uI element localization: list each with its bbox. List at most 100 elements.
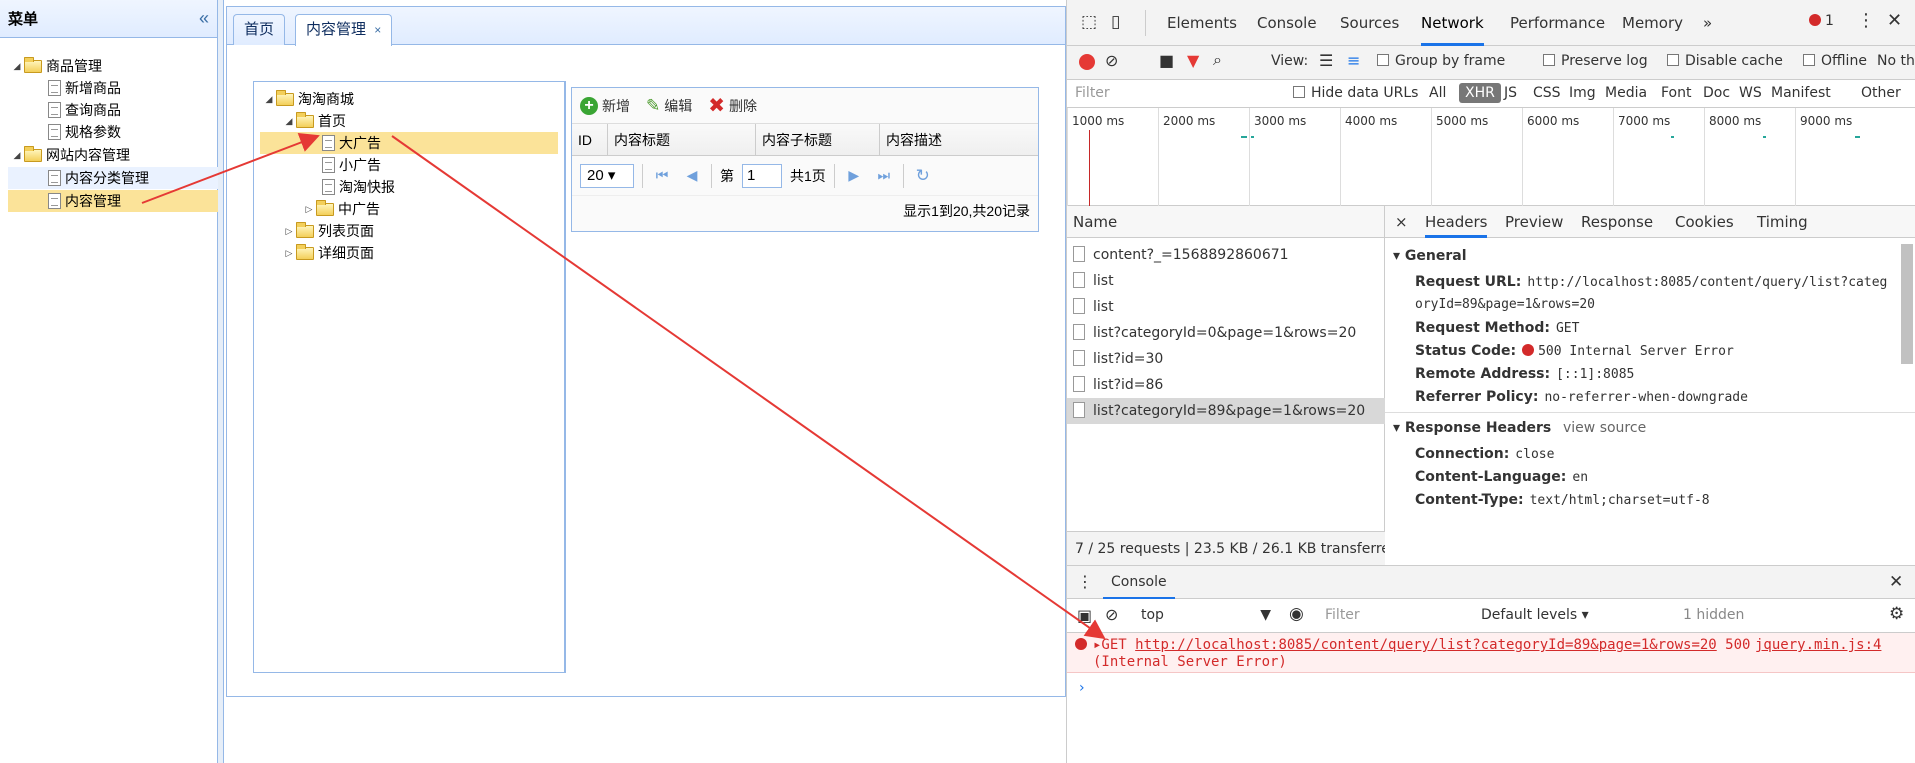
filter-icon[interactable]: ▼: [1187, 51, 1199, 70]
console-prompt[interactable]: ›: [1079, 680, 1085, 696]
hide-data-urls-checkbox[interactable]: Hide data URLs: [1293, 85, 1418, 101]
type-img[interactable]: Img: [1569, 85, 1596, 101]
waterfall-view-icon[interactable]: ≡: [1347, 51, 1360, 70]
response-headers-section[interactable]: ▾ Response Headers: [1393, 420, 1551, 436]
menu-item-spec-params[interactable]: 规格参数: [48, 121, 121, 143]
column-header[interactable]: ID: [572, 124, 608, 155]
tab-memory[interactable]: Memory: [1622, 0, 1683, 46]
eye-icon[interactable]: ◉: [1289, 604, 1304, 624]
tab-content-manage[interactable]: 内容管理 ×: [295, 14, 393, 46]
group-by-frame-checkbox[interactable]: Group by frame: [1377, 53, 1505, 69]
last-page-icon[interactable]: ⏭: [873, 167, 895, 184]
request-row[interactable]: list: [1067, 294, 1385, 320]
collapsed-icon[interactable]: ▷: [282, 220, 296, 242]
device-toolbar-icon[interactable]: ▯: [1111, 12, 1120, 32]
close-detail-icon[interactable]: ×: [1395, 206, 1408, 238]
console-tab[interactable]: Console: [1103, 566, 1175, 600]
menu-group-goods[interactable]: ◢ 商品管理: [10, 55, 102, 77]
drawer-menu-icon[interactable]: ⋮: [1077, 572, 1093, 591]
name-column-header[interactable]: Name: [1067, 206, 1384, 238]
record-icon[interactable]: [1079, 54, 1095, 70]
type-media[interactable]: Media: [1605, 85, 1647, 101]
gear-icon[interactable]: ⚙: [1889, 604, 1904, 624]
page-size-select[interactable]: 20 ▾: [580, 163, 634, 188]
tree-node-news[interactable]: 淘淘快报: [322, 176, 395, 198]
expand-icon[interactable]: ◢: [282, 110, 296, 132]
menu-item-add-goods[interactable]: 新增商品: [48, 77, 121, 99]
preserve-log-checkbox[interactable]: Preserve log: [1543, 53, 1648, 69]
tab-headers[interactable]: Headers: [1425, 206, 1488, 238]
column-header[interactable]: 内容子标题: [756, 124, 880, 155]
next-page-icon[interactable]: ▶: [843, 167, 865, 184]
tab-home[interactable]: 首页: [233, 14, 286, 45]
screenshot-icon[interactable]: ■: [1159, 51, 1174, 70]
tab-elements[interactable]: Elements: [1167, 0, 1237, 46]
offline-checkbox[interactable]: Offline: [1803, 53, 1867, 69]
network-timeline[interactable]: 1000 ms 2000 ms 3000 ms 4000 ms 5000 ms …: [1067, 108, 1915, 206]
log-levels-select[interactable]: Default levels ▾: [1481, 607, 1589, 623]
type-other[interactable]: Other: [1861, 85, 1901, 101]
type-all[interactable]: All: [1429, 85, 1446, 101]
general-section[interactable]: ▾ General: [1393, 248, 1467, 264]
expand-icon[interactable]: ◢: [262, 88, 276, 110]
collapsed-icon[interactable]: ▷: [282, 242, 296, 264]
error-count-badge[interactable]: 1: [1809, 13, 1834, 29]
inspect-icon[interactable]: ⬚: [1081, 12, 1097, 32]
tree-node-mid-ad[interactable]: ▷ 中广告: [302, 198, 380, 220]
request-row[interactable]: list?id=30: [1067, 346, 1385, 372]
expand-icon[interactable]: ◢: [10, 55, 24, 77]
first-page-icon[interactable]: ⏮: [651, 167, 673, 184]
type-doc[interactable]: Doc: [1703, 85, 1730, 101]
request-row-selected[interactable]: list?categoryId=89&page=1&rows=20: [1067, 398, 1385, 424]
tab-network[interactable]: Network: [1421, 0, 1484, 46]
disable-cache-checkbox[interactable]: Disable cache: [1667, 53, 1783, 69]
tab-sources[interactable]: Sources: [1340, 0, 1399, 46]
add-button[interactable]: + 新增: [580, 96, 630, 116]
close-icon[interactable]: ×: [374, 23, 381, 37]
expand-icon[interactable]: ◢: [10, 144, 24, 166]
prev-page-icon[interactable]: ◀: [681, 167, 703, 184]
refresh-icon[interactable]: ↻: [912, 166, 934, 186]
collapsed-icon[interactable]: ▷: [302, 198, 316, 220]
sidebar-toggle-icon[interactable]: ▣: [1077, 606, 1092, 625]
context-select[interactable]: top ▼: [1141, 607, 1271, 623]
column-header[interactable]: 内容描述: [880, 124, 1038, 155]
more-tabs-icon[interactable]: »: [1703, 0, 1712, 46]
delete-button[interactable]: ✖ 删除: [708, 93, 757, 118]
type-font[interactable]: Font: [1661, 85, 1691, 101]
scrollbar-thumb[interactable]: [1901, 244, 1913, 364]
tree-node-list-page[interactable]: ▷ 列表页面: [282, 220, 374, 242]
request-row[interactable]: list: [1067, 268, 1385, 294]
throttle-select[interactable]: No th: [1877, 53, 1915, 69]
view-source-link[interactable]: view source: [1563, 420, 1646, 436]
menu-item-content-category[interactable]: 内容分类管理: [8, 167, 218, 189]
error-source-link[interactable]: jquery.min.js:4: [1755, 637, 1881, 653]
request-row[interactable]: list?id=86: [1067, 372, 1385, 398]
tree-node-big-ad[interactable]: 大广告: [260, 132, 558, 154]
console-filter-input[interactable]: Filter: [1325, 607, 1465, 623]
list-view-icon[interactable]: ☰: [1319, 51, 1333, 70]
menu-item-content-manage[interactable]: 内容管理: [8, 190, 218, 212]
type-js[interactable]: JS: [1504, 85, 1517, 101]
request-row[interactable]: list?categoryId=0&page=1&rows=20: [1067, 320, 1385, 346]
menu-item-query-goods[interactable]: 查询商品: [48, 99, 121, 121]
tree-node-small-ad[interactable]: 小广告: [322, 154, 381, 176]
menu-icon[interactable]: ⋮: [1857, 10, 1875, 31]
type-ws[interactable]: WS: [1739, 85, 1762, 101]
tab-timing[interactable]: Timing: [1757, 206, 1808, 238]
error-url-link[interactable]: http://localhost:8085/content/query/list…: [1135, 637, 1717, 653]
collapse-icon[interactable]: «: [199, 8, 209, 29]
close-devtools-icon[interactable]: ✕: [1887, 10, 1902, 31]
tab-response[interactable]: Response: [1581, 206, 1653, 238]
page-number-input[interactable]: 1: [742, 163, 782, 188]
tab-cookies[interactable]: Cookies: [1675, 206, 1734, 238]
column-header[interactable]: 内容标题: [608, 124, 756, 155]
edit-button[interactable]: ✎ 编辑: [646, 96, 692, 116]
tree-node-root[interactable]: ◢ 淘淘商城: [262, 88, 354, 110]
tree-node-detail-page[interactable]: ▷ 详细页面: [282, 242, 374, 264]
tab-preview[interactable]: Preview: [1505, 206, 1563, 238]
tab-console[interactable]: Console: [1257, 0, 1317, 46]
tree-node-home[interactable]: ◢ 首页: [282, 110, 346, 132]
close-drawer-icon[interactable]: ✕: [1889, 572, 1903, 592]
type-manifest[interactable]: Manifest: [1771, 85, 1831, 101]
